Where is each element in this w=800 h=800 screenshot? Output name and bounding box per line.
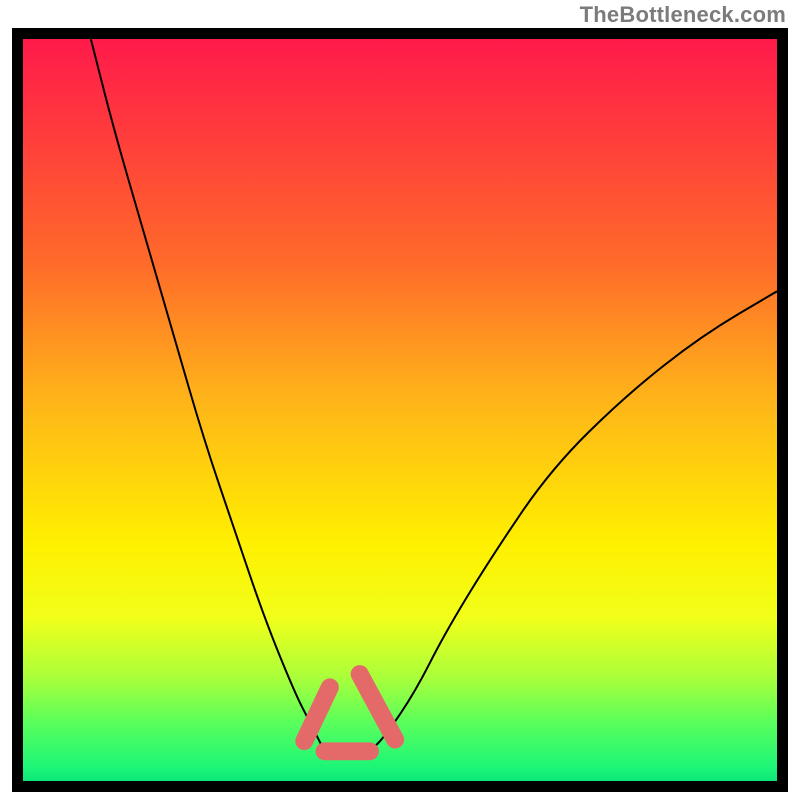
mark-right xyxy=(360,674,395,740)
plot-frame xyxy=(12,28,788,792)
curve-left-branch xyxy=(91,39,325,751)
chart-stage: TheBottleneck.com xyxy=(0,0,800,800)
curve-right-branch xyxy=(370,291,777,751)
chart-overlay xyxy=(23,39,777,781)
watermark-text: TheBottleneck.com xyxy=(580,2,786,28)
mark-left xyxy=(304,687,329,741)
